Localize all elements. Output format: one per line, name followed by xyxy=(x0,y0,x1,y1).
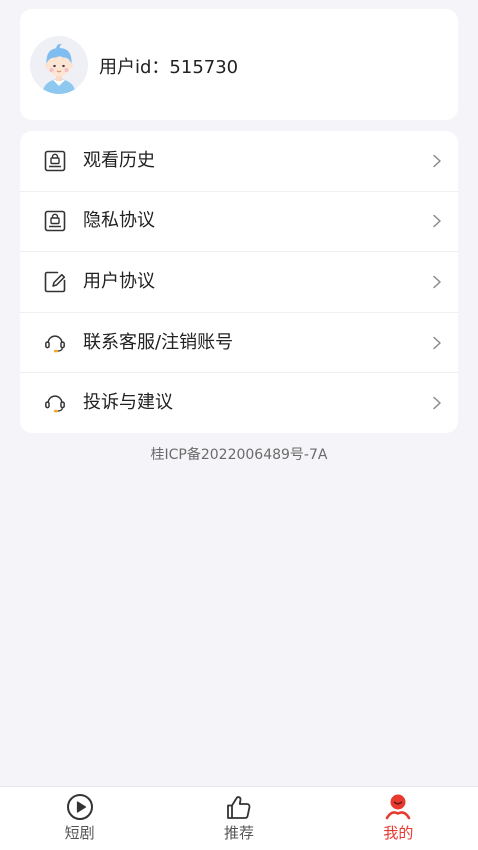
tab-label: 我的 xyxy=(383,824,414,842)
avatar[interactable] xyxy=(30,36,88,94)
chevron-right-icon xyxy=(433,336,441,349)
menu-item-watch-history[interactable]: 观看历史 xyxy=(20,131,458,192)
chevron-right-icon xyxy=(433,215,441,228)
menu-item-label: 隐私协议 xyxy=(83,210,155,232)
headset-icon xyxy=(45,395,65,413)
bottom-tab-bar: 短剧 推荐 我的 xyxy=(0,786,478,850)
menu-item-label: 观看历史 xyxy=(83,149,155,171)
menu-item-feedback[interactable]: 投诉与建议 xyxy=(20,373,458,433)
menu-item-user-agreement[interactable]: 用户协议 xyxy=(20,252,458,313)
chevron-right-icon xyxy=(433,154,441,168)
thumbs-up-icon xyxy=(227,796,251,819)
menu-item-privacy-policy[interactable]: 隐私协议 xyxy=(20,192,458,253)
user-id-text: 用户id：515730 xyxy=(99,57,239,78)
lock-document-icon xyxy=(44,211,66,232)
user-profile-icon xyxy=(386,794,411,820)
headset-icon xyxy=(45,334,65,352)
menu-list: 观看历史 隐私协议 用户协议 联系客服/注销账号 投诉与建议 xyxy=(20,131,458,433)
menu-item-label: 用户协议 xyxy=(83,270,155,292)
chevron-right-icon xyxy=(433,396,441,410)
edit-document-icon xyxy=(44,271,66,293)
tab-recommend[interactable]: 推荐 xyxy=(159,787,318,850)
menu-item-label: 联系客服/注销账号 xyxy=(83,331,234,353)
menu-item-label: 投诉与建议 xyxy=(83,392,173,414)
play-circle-icon xyxy=(66,794,93,820)
tab-label: 短剧 xyxy=(64,824,95,842)
icp-license-text[interactable]: 桂ICP备2022006489号-7A xyxy=(0,446,478,464)
tab-mine[interactable]: 我的 xyxy=(319,787,478,850)
profile-card: 用户id：515730 xyxy=(20,9,458,120)
lock-document-icon xyxy=(44,150,66,172)
tab-label: 推荐 xyxy=(223,824,254,842)
chevron-right-icon xyxy=(433,275,441,289)
menu-item-contact-support[interactable]: 联系客服/注销账号 xyxy=(20,313,458,374)
tab-short-drama[interactable]: 短剧 xyxy=(0,787,159,850)
boy-avatar-icon xyxy=(42,43,76,94)
